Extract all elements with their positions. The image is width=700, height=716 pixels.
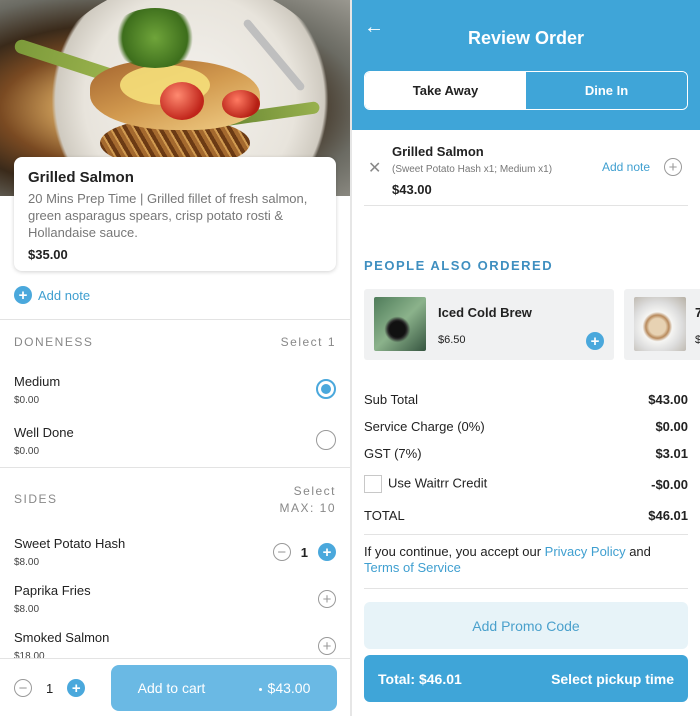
- recommendation-card[interactable]: Iced Cold Brew $6.50 +: [364, 289, 614, 360]
- people-also-ordered-title: PEOPLE ALSO ORDERED: [364, 258, 554, 273]
- tab-take-away[interactable]: Take Away: [365, 72, 526, 109]
- service-charge-value: $0.00: [655, 419, 688, 434]
- terms-of-service-link[interactable]: Terms of Service: [364, 560, 461, 575]
- add-note-link[interactable]: Add note: [602, 160, 650, 174]
- recommendation-card[interactable]: 7 $: [624, 289, 700, 360]
- plus-circle-icon[interactable]: +: [318, 543, 336, 561]
- side-quantity: 1: [300, 544, 308, 560]
- latte-image: [634, 297, 686, 351]
- option-price: $0.00: [14, 395, 40, 406]
- cart-quantity: 1: [46, 680, 54, 696]
- plus-circle-icon[interactable]: +: [67, 679, 86, 697]
- item-description: 20 Mins Prep Time | Grilled fillet of fr…: [28, 191, 308, 240]
- service-charge-row: Service Charge (0%) $0.00: [364, 419, 688, 434]
- option-price: $8.00: [14, 604, 40, 615]
- option-name: Smoked Salmon: [14, 630, 110, 645]
- radio-selected[interactable]: [316, 379, 336, 399]
- waitrr-credit-label: Use Waitrr Credit: [388, 475, 488, 491]
- sides-hint: Select: [293, 484, 336, 498]
- order-type-toggle: Take Away Dine In: [364, 71, 688, 110]
- plus-circle-icon[interactable]: +: [318, 637, 336, 655]
- plus-circle-icon[interactable]: +: [586, 332, 604, 350]
- order-item-name: Grilled Salmon: [392, 144, 484, 159]
- footer-total: Total: $46.01: [378, 670, 462, 687]
- side-option-paprika-fries: Paprika Fries $8.00 +: [14, 583, 336, 615]
- policy-text: If you continue, you accept our Privacy …: [364, 544, 651, 575]
- iced-cold-brew-image: [374, 297, 426, 351]
- sides-header: SIDES Select MAX: 10: [14, 483, 336, 517]
- summary-divider: [364, 534, 688, 535]
- sides-max: MAX: 10: [279, 501, 336, 515]
- sides-title: SIDES: [14, 492, 58, 506]
- item-detail-panel: Grilled Salmon 20 Mins Prep Time | Grill…: [0, 0, 350, 716]
- add-note-button[interactable]: + Add note: [14, 286, 90, 304]
- tab-dine-in[interactable]: Dine In: [526, 72, 687, 109]
- recommendation-price: $6.50: [438, 334, 466, 346]
- waitrr-credit-row: Use Waitrr Credit -$0.00: [364, 475, 688, 493]
- doneness-title: DONENESS: [14, 335, 94, 349]
- item-price: $35.00: [28, 247, 68, 262]
- recommendation-name: Iced Cold Brew: [438, 305, 532, 320]
- add-to-cart-button[interactable]: Add to cart $43.00: [111, 665, 337, 711]
- doneness-hint: Select 1: [280, 335, 336, 349]
- radio-unselected[interactable]: [316, 430, 336, 450]
- side-option-sweet-potato-hash: Sweet Potato Hash $8.00 − 1 +: [14, 536, 336, 568]
- total-label: TOTAL: [364, 508, 405, 523]
- add-to-cart-total: $43.00: [267, 680, 311, 696]
- item-info-card: Grilled Salmon 20 Mins Prep Time | Grill…: [14, 157, 336, 271]
- app-root: Grilled Salmon 20 Mins Prep Time | Grill…: [0, 0, 700, 716]
- recommendation-price: $: [695, 334, 700, 346]
- sub-total-value: $43.00: [648, 392, 688, 407]
- doneness-header: DONENESS Select 1: [14, 335, 336, 349]
- waitrr-credit-value: -$0.00: [651, 476, 688, 492]
- privacy-policy-link[interactable]: Privacy Policy: [545, 544, 626, 559]
- item-title: Grilled Salmon: [28, 169, 134, 186]
- recommendation-name: 7: [695, 305, 700, 320]
- option-name: Well Done: [14, 425, 74, 440]
- option-name: Paprika Fries: [14, 583, 91, 598]
- doneness-option-medium[interactable]: Medium $0.00: [14, 374, 336, 406]
- section-divider: [0, 319, 350, 320]
- service-charge-label: Service Charge (0%): [364, 419, 485, 434]
- minus-circle-icon[interactable]: −: [14, 679, 32, 697]
- policy-divider: [364, 588, 688, 589]
- add-to-cart-label: Add to cart: [137, 680, 206, 696]
- section-divider: [0, 467, 350, 468]
- side-quantity-stepper: − 1 +: [272, 543, 336, 561]
- gst-value: $3.01: [655, 446, 688, 461]
- footer-action: Select pickup time: [551, 670, 674, 687]
- order-item-price: $43.00: [392, 182, 432, 197]
- add-promo-code-button[interactable]: Add Promo Code: [364, 602, 688, 649]
- close-icon[interactable]: ✕: [368, 158, 381, 178]
- plus-circle-icon: +: [14, 286, 32, 304]
- option-price: $0.00: [14, 446, 40, 457]
- select-pickup-time-button[interactable]: Total: $46.01 Select pickup time: [364, 655, 688, 702]
- plus-circle-icon[interactable]: +: [318, 590, 336, 608]
- sub-total-row: Sub Total $43.00: [364, 392, 688, 407]
- cart-bar: − 1 + Add to cart $43.00: [0, 658, 350, 716]
- sub-total-label: Sub Total: [364, 392, 418, 407]
- total-row: TOTAL $46.01: [364, 508, 688, 523]
- review-order-panel: ← Review Order Take Away Dine In ✕ Grill…: [352, 0, 700, 716]
- minus-circle-icon[interactable]: −: [272, 543, 291, 561]
- review-header: ← Review Order Take Away Dine In: [352, 0, 700, 130]
- total-value: $46.01: [648, 508, 688, 523]
- add-note-label: Add note: [38, 287, 91, 303]
- gst-label: GST (7%): [364, 446, 422, 461]
- page-title: Review Order: [467, 28, 585, 48]
- waitrr-credit-checkbox[interactable]: [364, 475, 382, 493]
- order-item-modifiers: (Sweet Potato Hash x1; Medium x1): [392, 164, 553, 175]
- order-line-item: ✕ Grilled Salmon (Sweet Potato Hash x1; …: [364, 142, 688, 206]
- gst-row: GST (7%) $3.01: [364, 446, 688, 461]
- option-name: Medium: [14, 374, 61, 389]
- doneness-option-well-done[interactable]: Well Done $0.00: [14, 425, 336, 457]
- plus-circle-icon[interactable]: +: [664, 158, 682, 176]
- cart-quantity-stepper: − 1 +: [14, 679, 86, 697]
